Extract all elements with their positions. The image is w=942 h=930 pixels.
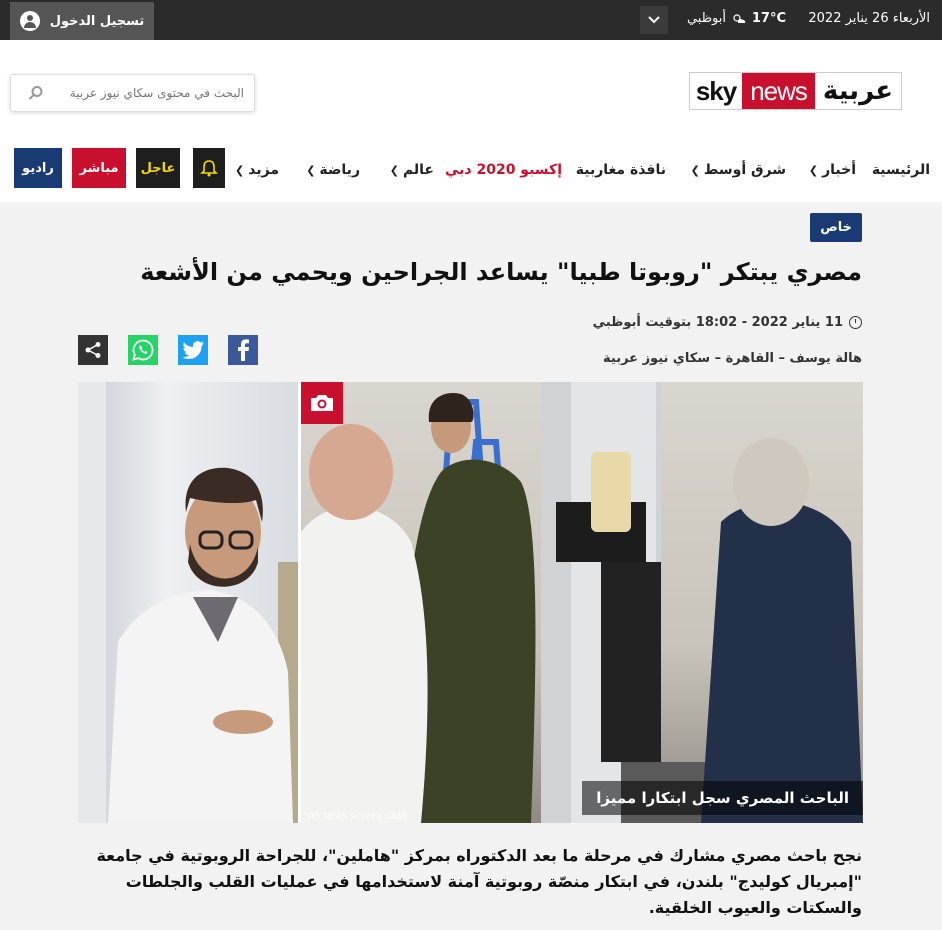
article-byline: هالة يوسف – القاهرة – سكاي نيوز عربية [603,351,862,366]
weather-icon [733,14,746,23]
notifications-button[interactable] [193,148,225,188]
city-name: أبوظبي [686,11,726,26]
article-dateline: 11 يناير 2022 - 18:02 بتوقيت أبوظبي [593,315,862,330]
chevron-down-icon: ❯ [235,164,245,177]
urgent-button[interactable]: عاجل [136,148,180,188]
exclusive-tag[interactable]: خاص [810,213,862,242]
nav-item-middle-east-label: شرق أوسط [703,162,786,178]
nav-item-home[interactable]: الرئيسية [872,162,930,178]
temperature: 17°C [751,11,786,26]
nav-item-more-label: مزيد [248,162,279,178]
article-date: 11 يناير 2022 - 18:02 بتوقيت أبوظبي [592,315,843,330]
twitter-share-button[interactable] [178,335,208,365]
urgent-label: عاجل [140,160,176,176]
chevron-down-icon: ❯ [808,164,819,177]
facebook-share-button[interactable] [228,335,258,365]
camera-icon [311,395,333,411]
article-title: مصري يبتكر "روبوتا طبيا" يساعد الجراحين … [140,258,862,286]
nav-item-maghreb[interactable]: نافذة مغاربية [576,162,666,178]
nav-item-world[interactable]: عالم❯ [390,162,434,178]
live-label: مباشر [79,160,119,176]
logo-news: news [742,73,815,109]
logo-sky: sky [689,73,743,109]
facebook-icon [238,339,249,361]
image-panel-portrait [78,382,298,823]
radio-label: راديو [22,160,54,176]
nav-item-news[interactable]: أخبار❯ [809,162,856,178]
city-dropdown[interactable] [640,6,668,34]
search-input[interactable] [44,86,244,100]
whatsapp-icon [132,339,154,361]
chevron-down-icon: ❯ [306,164,316,177]
search-box[interactable] [10,74,255,112]
whatsapp-share-button[interactable] [128,335,158,365]
chevron-down-icon: ❯ [389,164,399,177]
image-caption: الباحث المصري سجل ابتكارا مميزا [582,781,863,815]
search-icon[interactable] [28,85,44,101]
nav-item-sports[interactable]: رياضة❯ [306,162,360,178]
nav-item-expo[interactable]: إكسبو 2020 دبي [445,162,562,178]
radio-button[interactable]: راديو [14,148,62,188]
nav-item-more[interactable]: مزيد❯ [235,162,279,178]
article-body: نجح باحث مصري مشارك في مرحلة ما بعد الدك… [96,846,862,917]
chevron-down-icon [648,16,660,24]
nav-item-news-label: أخبار [822,162,856,178]
top-bar: تسجيل الدخول أبوظبي 17°C الأربعاء 26 ينا… [0,0,942,40]
image-panel-lab [301,382,863,823]
logo-arabia: عربية [814,73,901,109]
login-label: تسجيل الدخول [49,13,145,29]
live-button[interactable]: مباشر [72,148,126,188]
nav-item-sports-label: رياضة [319,162,360,178]
user-icon [19,11,40,31]
nav-item-world-label: عالم [402,162,434,178]
current-date: الأربعاء 26 يناير 2022 [808,11,930,26]
nav-item-middle-east[interactable]: شرق أوسط❯ [691,162,786,178]
login-button[interactable]: تسجيل الدخول [10,2,154,40]
lab-illustration [301,382,863,823]
clock-icon [849,316,862,329]
bell-icon [200,160,218,177]
twitter-icon [182,341,204,359]
article-image[interactable]: الباحث المصري سجل ابتكارا مميزا SKY NEWS… [78,382,863,823]
gallery-button[interactable] [301,382,343,424]
main-nav: الرئيسية أخبار❯ شرق أوسط❯ نافذة مغاربية … [0,148,942,194]
chevron-down-icon: ❯ [690,164,700,177]
portrait-illustration [78,382,298,823]
image-credit: SKY NEWS SCREEN GRAB [306,812,408,821]
site-header: sky news عربية الرئيسية أخبار❯ شرق أوسط❯… [0,40,942,202]
site-logo[interactable]: sky news عربية [688,72,902,110]
share-button[interactable] [78,335,108,365]
share-icon [85,342,101,358]
